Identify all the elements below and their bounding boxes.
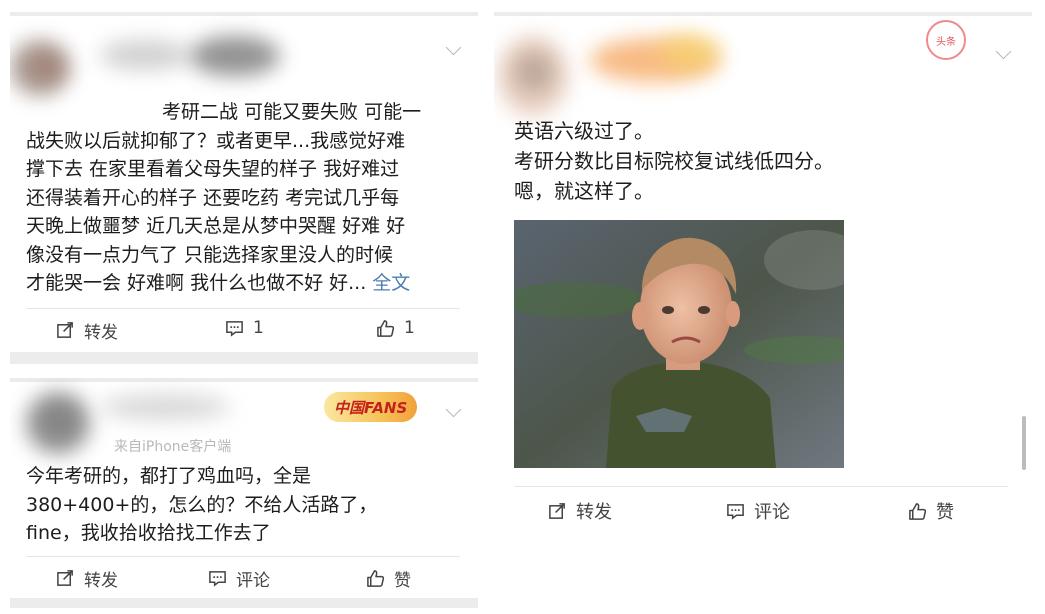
card-top-separator xyxy=(494,12,1032,16)
post-3-text: 英语六级过了。 考研分数比目标院校复试线低四分。 嗯，就这样了。 xyxy=(514,116,834,206)
text-line: 像没有一点力气了 只能选择家里没人的时候 xyxy=(26,243,394,266)
share-icon xyxy=(57,322,73,338)
comment-icon xyxy=(226,320,243,337)
username-smudge[interactable] xyxy=(90,32,300,92)
stamp: 头条 xyxy=(926,20,966,60)
thumbs-up-icon xyxy=(367,570,385,587)
avatar[interactable] xyxy=(10,30,80,100)
username-smudge[interactable] xyxy=(100,388,250,428)
card-bottom-separator xyxy=(10,598,478,608)
text-line: 考研二战 可能又要失败 可能一 xyxy=(162,101,422,123)
scrollbar-thumb[interactable] xyxy=(1022,416,1026,470)
comment-button[interactable]: 评论 xyxy=(726,498,790,524)
post-2-text: 今年考研的，都打了鸡血吗，全是 380+400+的，怎么的？不给人活路了， fi… xyxy=(26,462,377,548)
text-line: 撑下去 在家里看着父母失望的样子 我好难过 xyxy=(26,158,400,180)
chevron-down-icon[interactable] xyxy=(995,43,1012,60)
like-label: 赞 xyxy=(394,571,411,591)
repost-button[interactable]: 转发 xyxy=(548,498,612,524)
chevron-down-icon[interactable] xyxy=(445,401,462,418)
text-line: 英语六级过了。 xyxy=(514,119,654,143)
repost-label: 转发 xyxy=(84,571,118,591)
fans-badge: 中国FANS xyxy=(324,392,418,422)
card-top-separator xyxy=(10,12,478,16)
divider xyxy=(514,486,1008,487)
comment-icon xyxy=(727,503,744,520)
like-button[interactable]: 赞 xyxy=(366,566,411,591)
text-line: 今年考研的，都打了鸡血吗，全是 xyxy=(26,465,312,487)
share-icon xyxy=(549,502,565,519)
text-line: 天晚上做噩梦 近几天总是从梦中哭醒 好难 好 xyxy=(26,215,406,237)
repost-button[interactable]: 转发 xyxy=(56,318,118,343)
share-icon xyxy=(57,570,73,586)
thumbs-up-icon xyxy=(377,319,395,337)
avatar[interactable] xyxy=(16,386,96,462)
comment-label: 评论 xyxy=(754,502,790,523)
post-image[interactable] xyxy=(514,220,844,468)
post-card-3: 头条 英语六级过了。 考研分数比目标院校复试线低四分。 嗯，就这样了。 转发 评… xyxy=(494,12,1032,542)
like-count: 1 xyxy=(404,318,415,338)
text-line: 还得装着开心的样子 还要吃药 考完试几乎每 xyxy=(26,186,400,209)
chevron-down-icon[interactable] xyxy=(445,39,462,56)
avatar[interactable] xyxy=(494,26,584,126)
text-line-last: 才能哭一会 好难啊 我什么也做不好 好... 全文 xyxy=(26,272,411,294)
text-line: 考研分数比目标院校复试线低四分。 xyxy=(514,149,834,173)
comment-label: 评论 xyxy=(236,571,270,591)
comment-button[interactable]: 评论 xyxy=(208,566,270,591)
read-more-link[interactable]: 全文 xyxy=(372,272,410,294)
card-top-separator xyxy=(10,378,478,382)
post-card-1: 考研二战 可能又要失败 可能一 战失败以后就抑郁了？或者更早...我感觉好难 撑… xyxy=(10,12,478,364)
comment-button[interactable]: 1 xyxy=(225,318,264,338)
text-line: 战失败以后就抑郁了？或者更早...我感觉好难 xyxy=(26,129,406,152)
username-smudge[interactable] xyxy=(590,30,730,90)
like-label: 赞 xyxy=(936,502,954,523)
comment-count: 1 xyxy=(253,318,264,338)
post-source: 来自iPhone客户端 xyxy=(114,439,232,455)
divider xyxy=(26,556,460,557)
text-line: 380+400+的，怎么的？不给人活路了， xyxy=(26,493,378,516)
text-line: fine，我收拾收拾找工作去了 xyxy=(26,522,271,544)
text-line: 嗯，就这样了。 xyxy=(514,179,654,203)
repost-label: 转发 xyxy=(576,502,612,523)
like-button[interactable]: 赞 xyxy=(908,498,954,524)
post-1-text: 考研二战 可能又要失败 可能一 战失败以后就抑郁了？或者更早...我感觉好难 撑… xyxy=(26,98,421,298)
post-card-2: 来自iPhone客户端 中国FANS 今年考研的，都打了鸡血吗，全是 380+4… xyxy=(10,378,478,608)
divider xyxy=(26,308,460,309)
comment-icon xyxy=(209,571,226,587)
thumbs-up-icon xyxy=(909,502,927,520)
card-bottom-separator xyxy=(10,352,478,364)
repost-label: 转发 xyxy=(84,323,118,343)
like-button[interactable]: 1 xyxy=(376,318,415,338)
repost-button[interactable]: 转发 xyxy=(56,566,118,591)
crying-child-photo xyxy=(514,220,844,468)
